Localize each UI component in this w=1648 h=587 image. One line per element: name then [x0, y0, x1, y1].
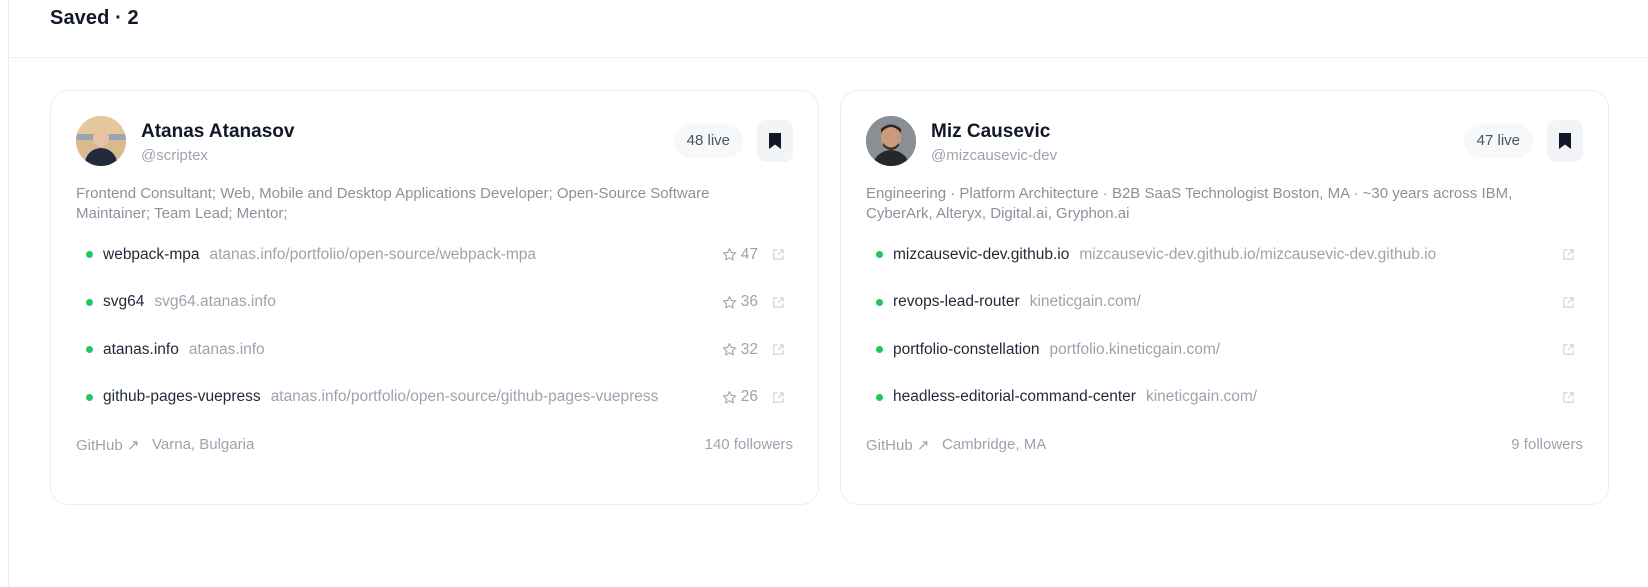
card-header: Miz Causevic @mizcausevic-dev 47 live — [866, 116, 1583, 166]
repo-url[interactable]: svg64.atanas.info — [154, 293, 276, 311]
star-count: 47 — [740, 245, 758, 263]
repo-url[interactable]: atanas.info — [189, 341, 265, 359]
github-link[interactable]: GitHub ↗ — [866, 436, 929, 454]
card-footer: GitHub ↗ Cambridge, MA 9 followers — [866, 436, 1583, 458]
profile-card: Atanas Atanasov @scriptex 48 live Fronte… — [50, 90, 819, 505]
status-dot — [86, 346, 93, 354]
external-link-icon[interactable] — [1562, 391, 1575, 404]
external-link-icon[interactable] — [772, 296, 785, 309]
repo-name[interactable]: mizcausevic-dev.github.io — [893, 246, 1069, 264]
external-link-icon[interactable] — [1562, 343, 1575, 356]
repo-url[interactable]: atanas.info/portfolio/open-source/webpac… — [210, 246, 537, 264]
profile-name[interactable]: Atanas Atanasov — [141, 121, 294, 143]
status-dot — [876, 251, 883, 259]
repo-row[interactable]: github-pages-vuepress atanas.info/portfo… — [76, 374, 793, 422]
repo-row[interactable]: headless-editorial-command-center kineti… — [866, 374, 1583, 422]
star-icon — [722, 343, 736, 356]
external-link-icon[interactable] — [772, 391, 785, 404]
profile-handle: @scriptex — [141, 147, 208, 164]
repo-url[interactable]: portfolio.kineticgain.com/ — [1049, 341, 1220, 359]
repo-name[interactable]: revops-lead-router — [893, 293, 1020, 311]
repo-name[interactable]: headless-editorial-command-center — [893, 388, 1136, 406]
profile-handle: @mizcausevic-dev — [931, 147, 1058, 164]
star-icon — [722, 295, 736, 309]
bookmark-button[interactable] — [757, 120, 793, 162]
profile-card: Miz Causevic @mizcausevic-dev 47 live En… — [840, 90, 1609, 505]
followers-count: 140 followers — [704, 436, 793, 453]
repo-url[interactable]: kineticgain.com/ — [1030, 293, 1141, 311]
page-title: Saved · 2 — [50, 7, 139, 29]
repo-name[interactable]: svg64 — [103, 293, 144, 311]
repo-url[interactable]: mizcausevic-dev.github.io/mizcausevic-de… — [1079, 246, 1436, 264]
external-link-icon[interactable] — [772, 248, 785, 261]
profile-bio: Engineering · Platform Architecture · B2… — [866, 185, 1513, 222]
card-footer: GitHub ↗ Varna, Bulgaria 140 followers — [76, 436, 793, 458]
repo-row[interactable]: portfolio-constellation portfolio.kineti… — [866, 326, 1583, 374]
profile-location: Varna, Bulgaria — [152, 436, 255, 453]
status-dot — [86, 393, 93, 401]
avatar[interactable] — [76, 116, 126, 166]
profile-location: Cambridge, MA — [942, 436, 1047, 453]
status-dot — [876, 298, 883, 306]
bookmark-button[interactable] — [1547, 120, 1583, 162]
star-icon — [722, 390, 736, 404]
github-link[interactable]: GitHub ↗ — [76, 436, 139, 454]
repo-stars: 32 — [722, 341, 758, 359]
profile-name[interactable]: Miz Causevic — [931, 121, 1050, 143]
repo-list: mizcausevic-dev.github.io mizcausevic-de… — [866, 231, 1583, 421]
sidebar-divider — [8, 0, 9, 587]
status-dot — [86, 251, 93, 259]
bookmark-icon — [1559, 133, 1571, 149]
external-link-icon[interactable] — [1562, 248, 1575, 261]
repo-name[interactable]: atanas.info — [103, 341, 179, 359]
repo-row[interactable]: atanas.info atanas.info 32 — [76, 326, 793, 374]
repo-row[interactable]: revops-lead-router kineticgain.com/ — [866, 279, 1583, 327]
repo-stars: 47 — [722, 246, 758, 264]
star-count: 36 — [740, 293, 758, 311]
external-link-icon[interactable] — [772, 343, 785, 356]
status-dot — [86, 298, 93, 306]
repo-list: webpack-mpa atanas.info/portfolio/open-s… — [76, 231, 793, 421]
external-link-icon[interactable] — [1562, 296, 1575, 309]
live-count-badge: 47 live — [1463, 124, 1533, 158]
bookmark-icon — [769, 133, 781, 149]
repo-row[interactable]: svg64 svg64.atanas.info 36 — [76, 279, 793, 327]
card-header: Atanas Atanasov @scriptex 48 live — [76, 116, 793, 166]
star-count: 26 — [740, 388, 758, 406]
repo-row[interactable]: mizcausevic-dev.github.io mizcausevic-de… — [866, 231, 1583, 279]
star-icon — [722, 248, 736, 261]
live-count-badge: 48 live — [673, 124, 743, 158]
followers-count: 9 followers — [1511, 436, 1583, 453]
repo-name[interactable]: github-pages-vuepress — [103, 388, 261, 406]
repo-stars: 36 — [722, 293, 758, 311]
repo-url[interactable]: kineticgain.com/ — [1146, 388, 1257, 406]
star-count: 32 — [740, 340, 758, 358]
repo-name[interactable]: webpack-mpa — [103, 246, 200, 264]
profile-bio: Frontend Consultant; Web, Mobile and Des… — [76, 185, 710, 222]
status-dot — [876, 346, 883, 354]
status-dot — [876, 393, 883, 401]
repo-stars: 26 — [722, 388, 758, 406]
page-header: Saved · 2 — [9, 0, 1648, 58]
repo-url[interactable]: atanas.info/portfolio/open-source/github… — [271, 388, 659, 406]
repo-row[interactable]: webpack-mpa atanas.info/portfolio/open-s… — [76, 231, 793, 279]
avatar[interactable] — [866, 116, 916, 166]
saved-cards-grid: Atanas Atanasov @scriptex 48 live Fronte… — [50, 90, 1609, 505]
repo-name[interactable]: portfolio-constellation — [893, 341, 1039, 359]
